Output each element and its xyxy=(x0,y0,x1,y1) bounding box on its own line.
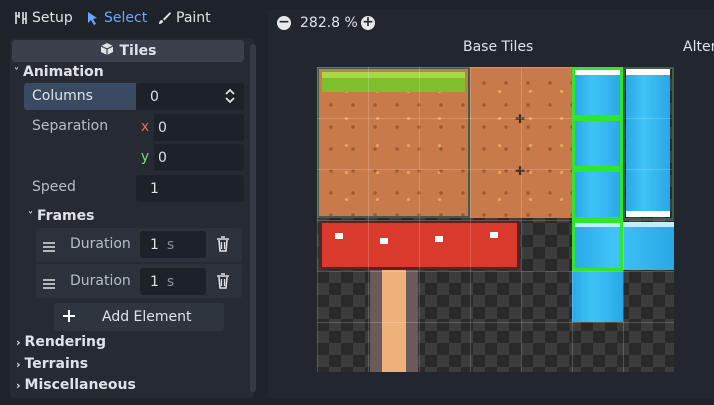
zoom-level: 282.8 % xyxy=(300,15,358,31)
chevron-down-icon: ˅ xyxy=(14,66,19,78)
drag-handle-icon[interactable] xyxy=(42,238,56,257)
setup-icon xyxy=(14,11,28,25)
separation-y-value: 0 xyxy=(158,149,167,166)
mushroom-spot xyxy=(435,236,443,242)
cube-icon xyxy=(100,42,114,60)
frame-row xyxy=(36,264,242,298)
separation-x-field[interactable]: x 0 xyxy=(136,114,244,141)
chevron-down-icon: ˅ xyxy=(28,210,33,222)
miscellaneous-label: Miscellaneous xyxy=(24,377,136,393)
add-element-button[interactable]: Add Element xyxy=(54,303,224,331)
speed-value: 1 xyxy=(150,180,159,197)
separation-y-axis-label: y xyxy=(136,144,154,171)
trash-icon[interactable] xyxy=(216,236,230,256)
frame-duration-value: 1 xyxy=(150,273,159,290)
speed-label: Speed xyxy=(32,179,76,195)
water-tile[interactable] xyxy=(572,270,623,322)
columns-value: 0 xyxy=(150,88,159,105)
inspector-scrollbar[interactable] xyxy=(250,44,256,392)
tile-marker-icon: ✚ xyxy=(515,164,526,178)
frame-duration-unit: s xyxy=(166,236,175,253)
select-tab[interactable]: Select xyxy=(86,0,147,36)
separation-label: Separation xyxy=(32,118,109,134)
tile-outline xyxy=(317,67,470,218)
speed-field[interactable]: 1 xyxy=(136,175,244,202)
brush-icon xyxy=(158,11,172,25)
rendering-label: Rendering xyxy=(24,334,106,350)
paint-label: Paint xyxy=(176,10,211,26)
frame-duration-label: Duration xyxy=(70,273,131,289)
animation-label: Animation xyxy=(23,64,104,80)
mushroom-stem-core xyxy=(382,270,406,372)
animation-frame-highlight xyxy=(572,220,623,271)
setup-tab[interactable]: Setup xyxy=(14,0,73,36)
drag-handle-icon[interactable] xyxy=(42,275,56,294)
add-element-label: Add Element xyxy=(102,309,192,325)
setup-label: Setup xyxy=(32,10,73,26)
inspector-header: Tiles xyxy=(12,40,244,62)
mushroom-spot xyxy=(335,233,343,239)
inspector-title: Tiles xyxy=(119,43,157,59)
tile-marker-icon: ✚ xyxy=(515,112,526,126)
alternative-tiles-label: Alter xyxy=(683,39,714,55)
animation-frame-highlight xyxy=(572,169,623,220)
terrains-section[interactable]: › Terrains xyxy=(16,355,88,373)
frame-duration-field[interactable]: 1 s xyxy=(140,231,206,258)
spin-updown-icon[interactable] xyxy=(224,87,236,109)
mushroom-cap-tile[interactable] xyxy=(319,220,520,270)
frame-row xyxy=(36,228,242,262)
frames-label: Frames xyxy=(37,208,95,224)
dirt-tile-block[interactable] xyxy=(470,67,572,218)
frame-duration-unit: s xyxy=(166,273,175,290)
frame-duration-label: Duration xyxy=(70,236,131,252)
select-label: Select xyxy=(104,10,148,26)
frames-section[interactable]: ˅ Frames xyxy=(28,207,94,225)
columns-label: Columns xyxy=(32,88,93,104)
terrains-label: Terrains xyxy=(24,356,89,372)
separation-y-field[interactable]: y 0 xyxy=(136,144,244,171)
chevron-right-icon: › xyxy=(16,357,21,371)
separation-x-value: 0 xyxy=(158,119,167,136)
paint-tab[interactable]: Paint xyxy=(158,0,211,36)
zoom-in-icon[interactable]: + xyxy=(361,15,375,30)
trash-icon[interactable] xyxy=(216,273,230,293)
mushroom-spot xyxy=(380,238,388,244)
frame-duration-value: 1 xyxy=(150,236,159,253)
mushroom-spot xyxy=(490,232,498,238)
base-tiles-label: Base Tiles xyxy=(463,39,534,55)
cursor-icon xyxy=(86,11,100,25)
columns-spinbox[interactable]: 0 xyxy=(136,83,244,110)
miscellaneous-section[interactable]: › Miscellaneous xyxy=(16,376,136,394)
rendering-section[interactable]: › Rendering xyxy=(16,333,106,351)
animation-frame-highlight xyxy=(572,118,623,169)
plus-icon xyxy=(62,308,76,327)
animation-frame-highlight xyxy=(572,67,623,118)
frame-duration-field[interactable]: 1 s xyxy=(140,268,206,295)
chevron-right-icon: › xyxy=(16,378,21,392)
animation-section[interactable]: ˅ Animation xyxy=(14,63,104,81)
zoom-out-icon[interactable]: − xyxy=(277,15,291,30)
chevron-right-icon: › xyxy=(16,335,21,349)
separation-x-axis-label: x xyxy=(136,114,154,141)
tile-outline xyxy=(623,67,674,220)
